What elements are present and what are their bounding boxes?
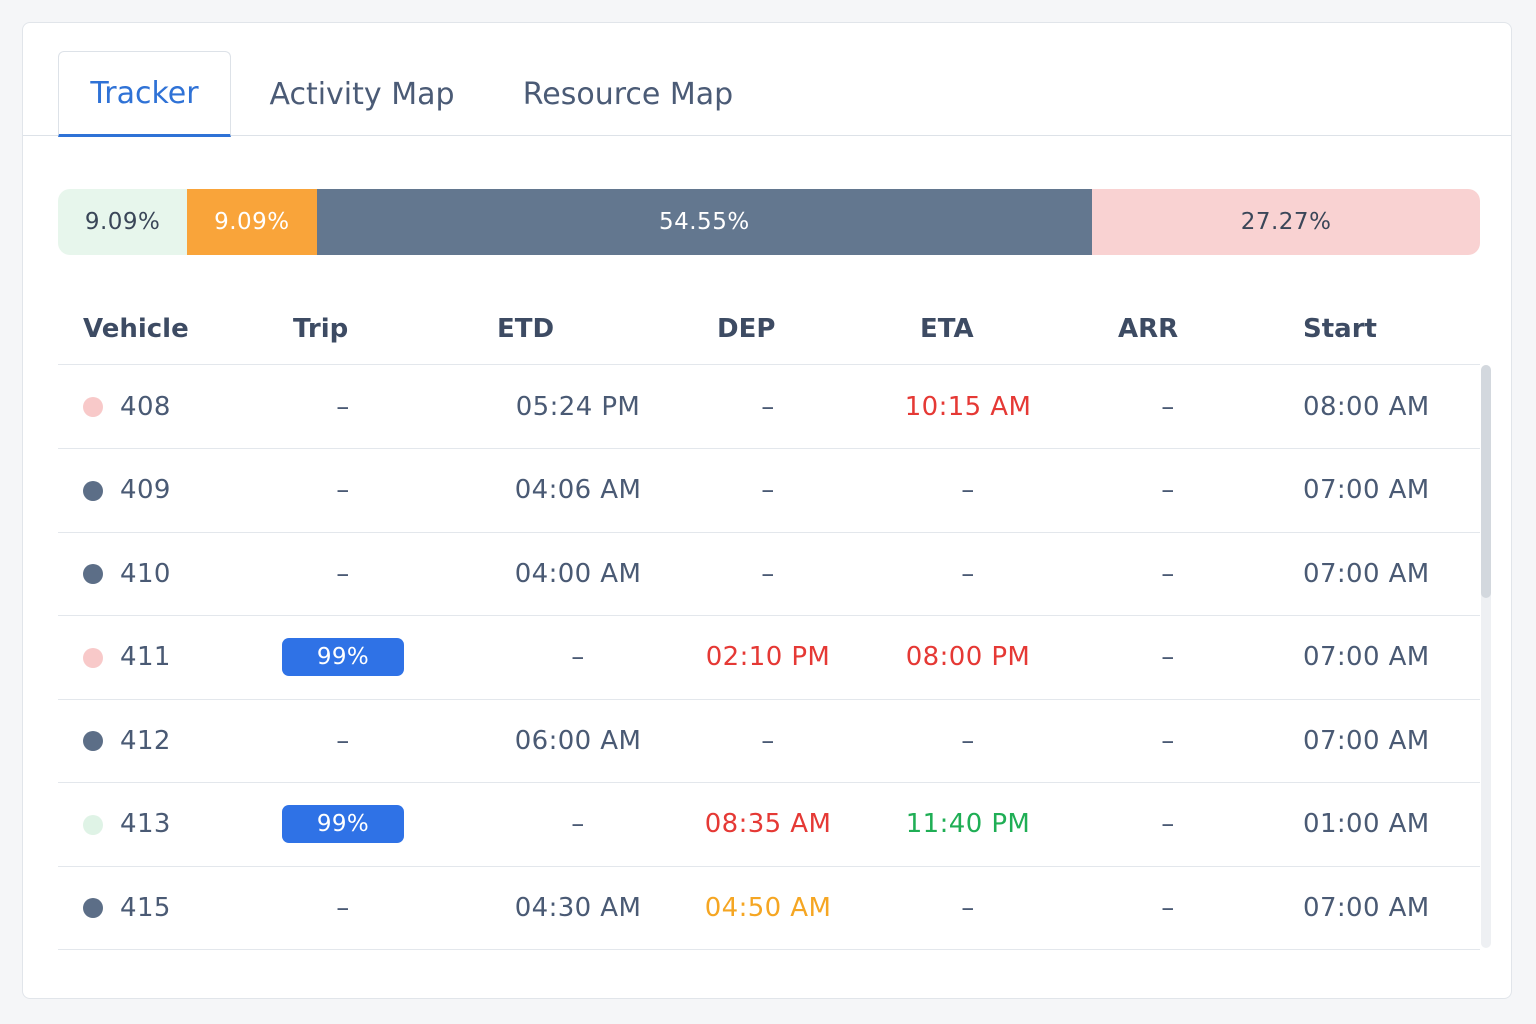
trip-cell: 99% [258,616,428,699]
vehicle-id: 412 [120,725,171,756]
dep-cell: 04:50 AM [704,892,832,923]
eta-cell: 08:00 PM [905,642,1031,672]
header-eta[interactable]: ETA [920,293,974,365]
status-dot-icon [83,814,103,835]
vehicle-id: 408 [120,391,171,422]
trip-progress-badge[interactable]: 99% [282,638,404,676]
start-cell: 07:00 AM [1303,725,1430,756]
dep-cell: 02:10 PM [705,642,831,672]
dep-cell: 08:35 AM [704,809,832,839]
etd-cell: 06:00 AM [514,725,642,756]
dep-cell: – [761,558,775,589]
trip-cell: – [336,475,350,505]
table-row[interactable]: 408 – 05:24 PM – 10:15 AM – 08:00 AM [58,365,1480,449]
arr-cell: – [1161,725,1175,756]
status-dot-icon [83,647,103,668]
table-row[interactable]: 412 – 06:00 AM – – – 07:00 AM [58,699,1480,783]
vehicle-id: 413 [120,809,171,839]
tab-resource-map[interactable]: Resource Map [509,51,747,137]
etd-cell: 04:30 AM [514,892,642,923]
vertical-scrollbar[interactable] [1481,365,1491,948]
etd-cell: – [571,809,585,839]
dep-cell: – [761,391,775,422]
status-segment[interactable]: 27.27% [1092,189,1480,255]
trip-cell: – [336,558,350,589]
status-segment[interactable]: 9.09% [58,189,188,255]
status-dot-icon [83,564,103,584]
arr-cell: – [1161,892,1175,923]
status-dot-icon [83,898,103,918]
etd-cell: 04:00 AM [514,558,642,589]
start-cell: 07:00 AM [1303,558,1430,589]
dep-cell: – [761,475,775,505]
status-dot-icon [83,480,103,501]
eta-cell: – [961,558,975,589]
eta-cell: 10:15 AM [904,391,1032,422]
table-row[interactable]: 411 99% – 02:10 PM 08:00 PM – 07:00 AM [58,616,1480,700]
table-row[interactable]: 409 – 04:06 AM – – – 07:00 AM [58,449,1480,533]
status-segment[interactable]: 9.09% [187,189,317,255]
table-row[interactable]: 415 – 04:30 AM 04:50 AM – – 07:00 AM [58,866,1480,950]
eta-cell: 11:40 PM [905,809,1031,839]
start-cell: 07:00 AM [1303,892,1430,923]
arr-cell: – [1161,391,1175,422]
trip-cell: – [336,892,350,923]
etd-cell: 05:24 PM [515,391,641,422]
vehicle-id: 409 [120,475,171,505]
arr-cell: – [1161,642,1175,672]
header-trip[interactable]: Trip [293,293,348,365]
eta-cell: – [961,725,975,756]
vehicle-id: 410 [120,558,171,589]
tab-tracker[interactable]: Tracker [58,51,231,137]
arr-cell: – [1161,475,1175,505]
vehicle-id: 411 [120,642,171,672]
arr-cell: – [1161,809,1175,839]
header-start[interactable]: Start [1303,293,1377,365]
trip-progress-badge[interactable]: 99% [282,805,404,843]
trip-cell: – [336,725,350,756]
eta-cell: – [961,475,975,505]
start-cell: 08:00 AM [1303,391,1430,422]
scrollbar-thumb[interactable] [1481,365,1491,599]
table-row[interactable]: 410 – 04:00 AM – – – 07:00 AM [58,532,1480,616]
etd-cell: 04:06 AM [514,475,642,505]
tracker-card: Tracker Activity Map Resource Map 9.09% 9… [22,22,1512,999]
vehicle-id: 415 [120,892,171,923]
eta-cell: – [961,892,975,923]
status-segment[interactable]: 54.55% [316,189,1093,255]
header-dep[interactable]: DEP [717,293,775,365]
header-etd[interactable]: ETD [497,293,554,365]
status-dot-icon [83,731,103,751]
status-dot-icon [83,397,103,417]
table-row[interactable]: 413 99% – 08:35 AM 11:40 PM – 01:00 AM [58,783,1480,867]
trip-cell: – [336,391,350,422]
table-header: Vehicle Trip ETD DEP ETA ARR Start [58,293,1480,365]
etd-cell: – [571,642,585,672]
tab-bar: Tracker Activity Map Resource Map [23,23,1511,137]
status-distribution-bar: 9.09% 9.09% 54.55% 27.27% [58,189,1480,255]
start-cell: 01:00 AM [1303,809,1430,839]
start-cell: 07:00 AM [1303,642,1430,672]
header-vehicle[interactable]: Vehicle [83,293,189,365]
arr-cell: – [1161,558,1175,589]
trip-cell: 99% [258,783,428,866]
tab-activity-map[interactable]: Activity Map [259,51,465,137]
start-cell: 07:00 AM [1303,475,1430,505]
header-arr[interactable]: ARR [1118,293,1178,365]
dep-cell: – [761,725,775,756]
